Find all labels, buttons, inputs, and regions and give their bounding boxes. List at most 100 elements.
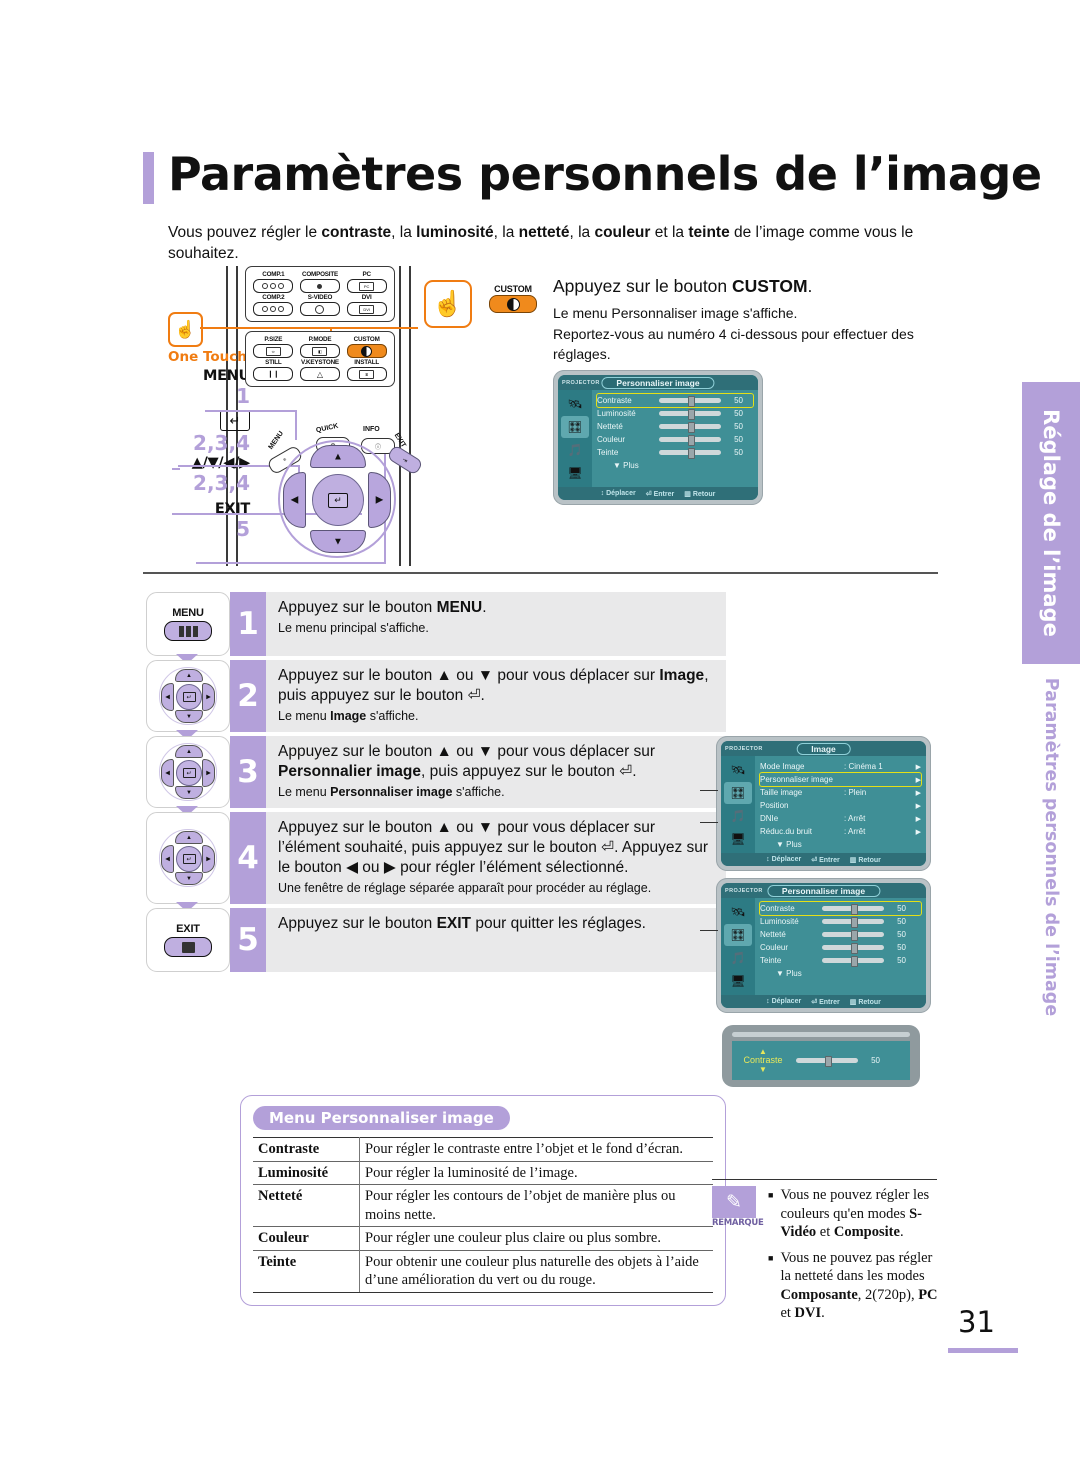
nav-left-button[interactable]: ◀: [283, 472, 306, 528]
install-icon[interactable]: 🖥: [724, 970, 752, 992]
remote-navigation-pad-icon[interactable]: ▲ ▼ ◀ ▶ ↵: [159, 667, 217, 725]
osd-row[interactable]: Luminosité 50: [760, 915, 921, 928]
setup-icon[interactable]: 🛰: [724, 901, 752, 923]
custom-button-graphic[interactable]: CUSTOM: [489, 284, 537, 313]
remote-navigation-pad-icon[interactable]: ▲ ▼ ◀ ▶ ↵: [159, 743, 217, 801]
osd-row[interactable]: Netteté 50: [760, 928, 921, 941]
nav-enter-button[interactable]: ↵: [176, 684, 202, 710]
manual-page: Paramètres personnels de l’image Vous po…: [0, 0, 1080, 1474]
remote-button-pc[interactable]: PC PC: [344, 271, 389, 293]
install-icon[interactable]: 🖥: [561, 462, 589, 484]
three-dots-icon: [253, 279, 294, 293]
osd-row[interactable]: Position ▶: [760, 799, 921, 812]
step-icon[interactable]: MENU: [146, 592, 230, 656]
picture-mode-icon: ◧: [299, 344, 340, 358]
picture-icon[interactable]: 🎛: [724, 782, 752, 804]
remark-label: REMARQUE: [712, 1218, 764, 1228]
osd-slider[interactable]: [659, 422, 721, 433]
remote-button-comp-2[interactable]: COMP.2: [251, 294, 296, 316]
step-icon[interactable]: ▲ ▼ ◀ ▶ ↵: [146, 660, 230, 732]
remote-button-install[interactable]: INSTALL ⌸: [344, 359, 389, 381]
remote-button-s-video[interactable]: S-VIDEO: [298, 294, 343, 316]
remote-exit-button-icon[interactable]: EXIT: [164, 923, 212, 957]
chevron-right-icon: ▶: [915, 789, 921, 797]
osd-more-label[interactable]: ▼ Plus: [760, 967, 921, 978]
osd-more-label[interactable]: ▼ Plus: [597, 459, 753, 470]
remote-navigation-pad[interactable]: ▲ ▼ ◀ ▶ ↵: [278, 440, 396, 558]
bullet-square-icon: ■: [768, 1190, 774, 1200]
sound-icon[interactable]: 🎵: [724, 805, 752, 827]
osd-row[interactable]: Teinte 50: [760, 954, 921, 967]
nav-left-button[interactable]: ◀: [161, 759, 174, 787]
remote-button-composite[interactable]: COMPOSITE: [298, 271, 343, 293]
sound-icon[interactable]: 🎵: [724, 947, 752, 969]
adjust-label: Contraste: [743, 1055, 783, 1065]
setup-icon[interactable]: 🛰: [561, 393, 589, 415]
custom-button-label: CUSTOM: [494, 284, 532, 294]
osd-row[interactable]: Mode Image: Cinéma 1 ▶: [760, 760, 921, 773]
osd-row[interactable]: Taille image: Plein ▶: [760, 786, 921, 799]
nav-left-button[interactable]: ◀: [161, 845, 174, 873]
osd-custom-bottom: PROJECTOR Personnaliser image 🛰 🎛 🎵 🖥 Co…: [716, 878, 931, 1013]
nav-left-button[interactable]: ◀: [161, 683, 174, 711]
nav-enter-button[interactable]: ↵: [312, 474, 364, 526]
nav-up-button[interactable]: ▲: [310, 445, 366, 468]
osd-slider[interactable]: [822, 917, 884, 928]
remote-button-dvi[interactable]: DVI DVI: [344, 294, 389, 316]
three-dots-icon: [253, 302, 294, 316]
picture-icon[interactable]: 🎛: [561, 416, 589, 438]
osd-row[interactable]: Couleur 50: [597, 433, 753, 446]
nav-up-button[interactable]: ▲: [175, 669, 203, 682]
osd-slider[interactable]: [822, 943, 884, 954]
adjust-slider[interactable]: [796, 1056, 858, 1067]
osd-row[interactable]: Contraste 50: [596, 393, 754, 408]
step-icon[interactable]: ▲ ▼ ◀ ▶ ↵: [146, 812, 230, 904]
osd-device-label-2: PROJECTOR: [725, 745, 763, 752]
osd-row[interactable]: Netteté 50: [597, 420, 753, 433]
osd-more-label[interactable]: ▼ Plus: [760, 838, 921, 849]
osd-row[interactable]: DNIe: Arrêt ▶: [760, 812, 921, 825]
nav-enter-button[interactable]: ↵: [176, 760, 202, 786]
step-row: MENU 1 Appuyez sur le bouton MENU. Le menu …: [146, 592, 726, 664]
adjust-slider-knob[interactable]: [824, 1056, 832, 1067]
remote-button-p-mode[interactable]: P.MODE ◧: [298, 336, 343, 358]
osd-icon-rail-2: 🛰 🎛 🎵 🖥: [721, 756, 755, 853]
osd-footer-item: ↕ Déplacer: [766, 856, 802, 863]
osd-slider[interactable]: [659, 448, 721, 459]
remote-button-custom[interactable]: CUSTOM: [344, 336, 389, 358]
step-icon[interactable]: EXIT: [146, 908, 230, 972]
install-icon[interactable]: 🖥: [724, 828, 752, 850]
osd-slider[interactable]: [822, 956, 884, 967]
table-row: Teinte Pour obtenir une couleur plus natu…: [253, 1249, 713, 1293]
osd-row[interactable]: Contraste 50: [759, 901, 922, 916]
remark-items: ■ Vous ne pouvez régler les couleurs qu'e…: [768, 1186, 938, 1330]
remote-button-p-size[interactable]: P.SIZE ⬄: [251, 336, 296, 358]
osd-row[interactable]: Teinte 50: [597, 446, 753, 459]
osd-row[interactable]: Couleur 50: [760, 941, 921, 954]
osd-row[interactable]: Réduc.du bruit: Arrêt ▶: [760, 825, 921, 838]
osd-rows-3: Contraste 50 Luminosité 50 Netteté 50 Couleur 5…: [755, 898, 926, 995]
osd-slider[interactable]: [659, 409, 721, 420]
hand-press-icon: ☝: [168, 312, 203, 347]
osd-slider[interactable]: [659, 396, 721, 407]
custom-step-heading: Appuyez sur le bouton CUSTOM.: [553, 276, 812, 297]
remote-button-still[interactable]: STILL ❙❙: [251, 359, 296, 381]
nav-enter-button[interactable]: ↵: [176, 846, 202, 872]
step-icon[interactable]: ▲ ▼ ◀ ▶ ↵: [146, 736, 230, 808]
osd-slider[interactable]: [822, 904, 884, 915]
osd-slider[interactable]: [659, 435, 721, 446]
osd-slider[interactable]: [822, 930, 884, 941]
nav-up-button[interactable]: ▲: [175, 831, 203, 844]
sound-icon[interactable]: 🎵: [561, 439, 589, 461]
remote-button-v-keystone[interactable]: V.KEYSTONE △: [298, 359, 343, 381]
osd-row[interactable]: Luminosité 50: [597, 407, 753, 420]
nav-up-button[interactable]: ▲: [175, 745, 203, 758]
remote-info-button-label: INFO: [363, 426, 380, 433]
remote-menu-button-icon[interactable]: MENU: [164, 607, 212, 641]
side-tab-parametres: Paramètres personnels de l’image: [1022, 664, 1080, 1030]
remote-navigation-pad-icon[interactable]: ▲ ▼ ◀ ▶ ↵: [159, 829, 217, 887]
picture-icon[interactable]: 🎛: [724, 924, 752, 946]
setup-icon[interactable]: 🛰: [724, 759, 752, 781]
osd-row[interactable]: Personnaliser image ▶: [759, 772, 922, 787]
remote-button-comp-1[interactable]: COMP.1: [251, 271, 296, 293]
